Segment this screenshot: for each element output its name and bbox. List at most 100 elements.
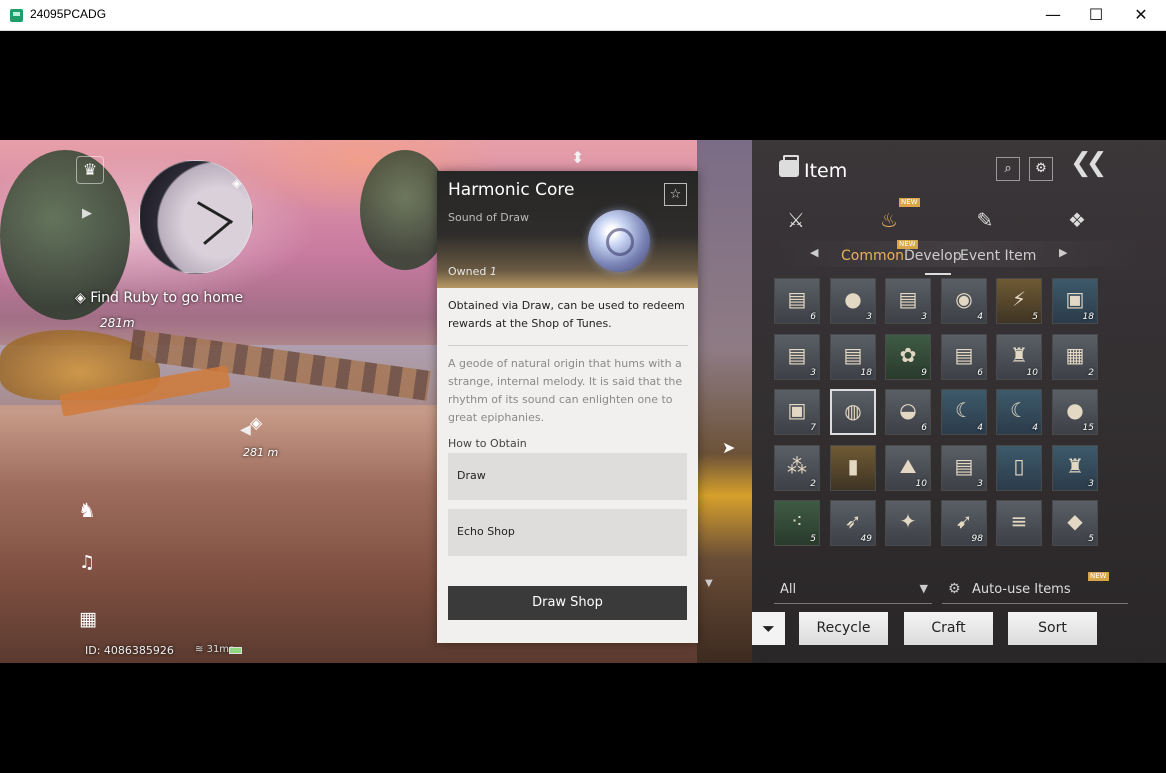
inventory-slot[interactable]: ◍ — [830, 389, 876, 435]
subtab-common[interactable]: Common — [841, 248, 904, 264]
inventory-slot[interactable]: ⛰ 10 — [885, 445, 931, 491]
slot-count: 6 — [921, 423, 927, 433]
subtab-event-item[interactable]: Event Item — [960, 248, 1036, 264]
inventory-slot[interactable]: ▤ 3 — [885, 278, 931, 324]
red-ticket-icon: ▯ — [1013, 454, 1025, 478]
game-window: 24095PCADG — ☐ ✕ ♛ ◈ ▶ ◈ Find Ruby to go… — [0, 0, 1166, 773]
slot-count: 3 — [810, 368, 816, 378]
slot-count: 4 — [977, 312, 983, 322]
close-button[interactable]: ✕ — [1118, 0, 1164, 31]
scroll-icon: ▤ — [787, 287, 807, 311]
item-detail-panel: Harmonic Core Sound of Draw Owned 1 ☆ Ob… — [437, 171, 698, 643]
slot-count: 3 — [921, 312, 927, 322]
spear-icon: ➹ — [955, 509, 973, 533]
direction-arrow-icon: ▶ — [82, 206, 92, 221]
inventory-slot[interactable]: ▮ — [830, 445, 876, 491]
mountain-coin-icon: ⛰ — [899, 454, 917, 478]
subtab-prev-icon[interactable]: ◀ — [810, 246, 818, 259]
bag-icon — [779, 155, 799, 177]
inventory-slot[interactable]: ☾ 4 — [996, 389, 1042, 435]
inventory-slot[interactable]: ✿ 9 — [885, 334, 931, 380]
window-title: 24095PCADG — [30, 7, 107, 21]
game-viewport[interactable]: ♛ ◈ ▶ ◈ Find Ruby to go home 281m ◈ ◀ 28… — [0, 140, 1166, 663]
window-titlebar: 24095PCADG — ☐ ✕ — [0, 0, 1166, 31]
minimize-button[interactable]: — — [1030, 0, 1076, 31]
tab-materials[interactable]: ❖ — [1057, 204, 1097, 236]
obtain-source-draw[interactable]: Draw — [448, 453, 687, 500]
inventory-slot[interactable]: ▣ 7 — [774, 389, 820, 435]
tab-equipment[interactable]: ⚔ — [776, 204, 816, 236]
obtain-source-echo-shop[interactable]: Echo Shop — [448, 509, 687, 556]
new-badge: NEW — [899, 198, 920, 207]
crossed-swords-icon: ⚔ — [787, 208, 805, 232]
inventory-slot[interactable]: ➹ 98 — [941, 500, 987, 546]
inventory-slot[interactable]: ▤ 6 — [941, 334, 987, 380]
item-filter-select[interactable]: All ▼ — [774, 576, 932, 604]
inventory-slot[interactable]: ▣ 18 — [1052, 278, 1098, 324]
divider — [448, 345, 688, 346]
favorite-star-icon[interactable]: ☆ — [664, 183, 687, 206]
sack-icon: ♜ — [1010, 343, 1028, 367]
ore-icon: ◆ — [1067, 509, 1083, 533]
inventory-slot[interactable]: ✦ — [885, 500, 931, 546]
inventory-slot[interactable]: ♜ 10 — [996, 334, 1042, 380]
inventory-slot[interactable]: ≡ — [996, 500, 1042, 546]
item-detail-header: Harmonic Core Sound of Draw Owned 1 ☆ — [437, 171, 698, 288]
craft-button[interactable]: Craft — [904, 612, 993, 645]
horse-icon[interactable]: ♞ — [78, 498, 96, 522]
waypoint-distance: 281 m — [243, 446, 279, 459]
quest-text: Find Ruby to go home — [90, 290, 244, 306]
subtab-next-icon[interactable]: ▶ — [1059, 246, 1067, 259]
inventory-slot[interactable]: ▤ 6 — [774, 278, 820, 324]
horn-icon: ☾ — [1010, 398, 1028, 422]
crate-icon: ▦ — [1065, 343, 1085, 367]
inventory-slot[interactable]: ▯ — [996, 445, 1042, 491]
tab-items[interactable]: ♨ — [869, 204, 909, 236]
owned-label: Owned — [448, 265, 487, 278]
recycle-button[interactable]: Recycle — [799, 612, 888, 645]
orb-stand-icon: ◉ — [955, 287, 973, 311]
maximize-button[interactable]: ☐ — [1073, 0, 1119, 31]
slot-count: 4 — [1032, 423, 1038, 433]
inventory-slot[interactable]: ◆ 5 — [1052, 500, 1098, 546]
search-icon[interactable]: ⌕ — [996, 157, 1020, 181]
inventory-title: Item — [804, 160, 848, 182]
inventory-slot[interactable]: ▦ 2 — [1052, 334, 1098, 380]
stone-icon: ❖ — [1068, 208, 1086, 232]
owned-count: 1 — [489, 265, 497, 278]
talisman-icon: ▮ — [847, 454, 859, 478]
filter-icon[interactable]: ⏷ — [752, 612, 785, 645]
quest-distance: 281m — [100, 316, 135, 330]
quest-tracker[interactable]: ◈ Find Ruby to go home — [75, 290, 243, 306]
item-subtitle: Sound of Draw — [448, 211, 529, 224]
grid-menu-icon[interactable]: ▦ — [79, 608, 97, 630]
inventory-slot[interactable]: ♜ 3 — [1052, 445, 1098, 491]
subtab-develop[interactable]: Develop — [904, 248, 962, 264]
ear-icon[interactable]: ♫ — [79, 552, 95, 573]
inventory-slot[interactable]: ⚡ 5 — [996, 278, 1042, 324]
inventory-slot[interactable]: ▤ 18 — [830, 334, 876, 380]
slot-count: 6 — [810, 312, 816, 322]
crown-map-icon[interactable]: ♛ — [76, 156, 104, 184]
inventory-slot[interactable]: ▤ 3 — [774, 334, 820, 380]
inventory-slot[interactable]: ● 15 — [1052, 389, 1098, 435]
inventory-slot[interactable]: ▤ 3 — [941, 445, 987, 491]
inventory-slot[interactable]: ◉ 4 — [941, 278, 987, 324]
gear-icon: ⚙ — [948, 581, 961, 597]
sort-button[interactable]: Sort — [1008, 612, 1097, 645]
arrow-icon: ➶ — [844, 509, 862, 533]
inventory-slot[interactable]: ⁂ 2 — [774, 445, 820, 491]
back-arrow-icon[interactable]: ❮❮ — [1070, 148, 1107, 178]
inventory-slot[interactable]: ◒ 6 — [885, 389, 931, 435]
scroll-down-icon[interactable]: ▼ — [705, 578, 713, 589]
draw-shop-button[interactable]: Draw Shop — [448, 586, 687, 620]
scroll-icon: ▤ — [843, 343, 863, 367]
gear-icon[interactable]: ⚙ — [1029, 157, 1053, 181]
inventory-slot[interactable]: ➶ 49 — [830, 500, 876, 546]
slot-count: 3 — [977, 479, 983, 489]
inventory-slot[interactable]: ☾ 4 — [941, 389, 987, 435]
inventory-slot[interactable]: ● 3 — [830, 278, 876, 324]
up-down-toggle-icon[interactable]: ⬍ — [571, 148, 584, 167]
tab-quest-items[interactable]: ✎ — [965, 204, 1005, 236]
inventory-slot[interactable]: ⁖ 5 — [774, 500, 820, 546]
